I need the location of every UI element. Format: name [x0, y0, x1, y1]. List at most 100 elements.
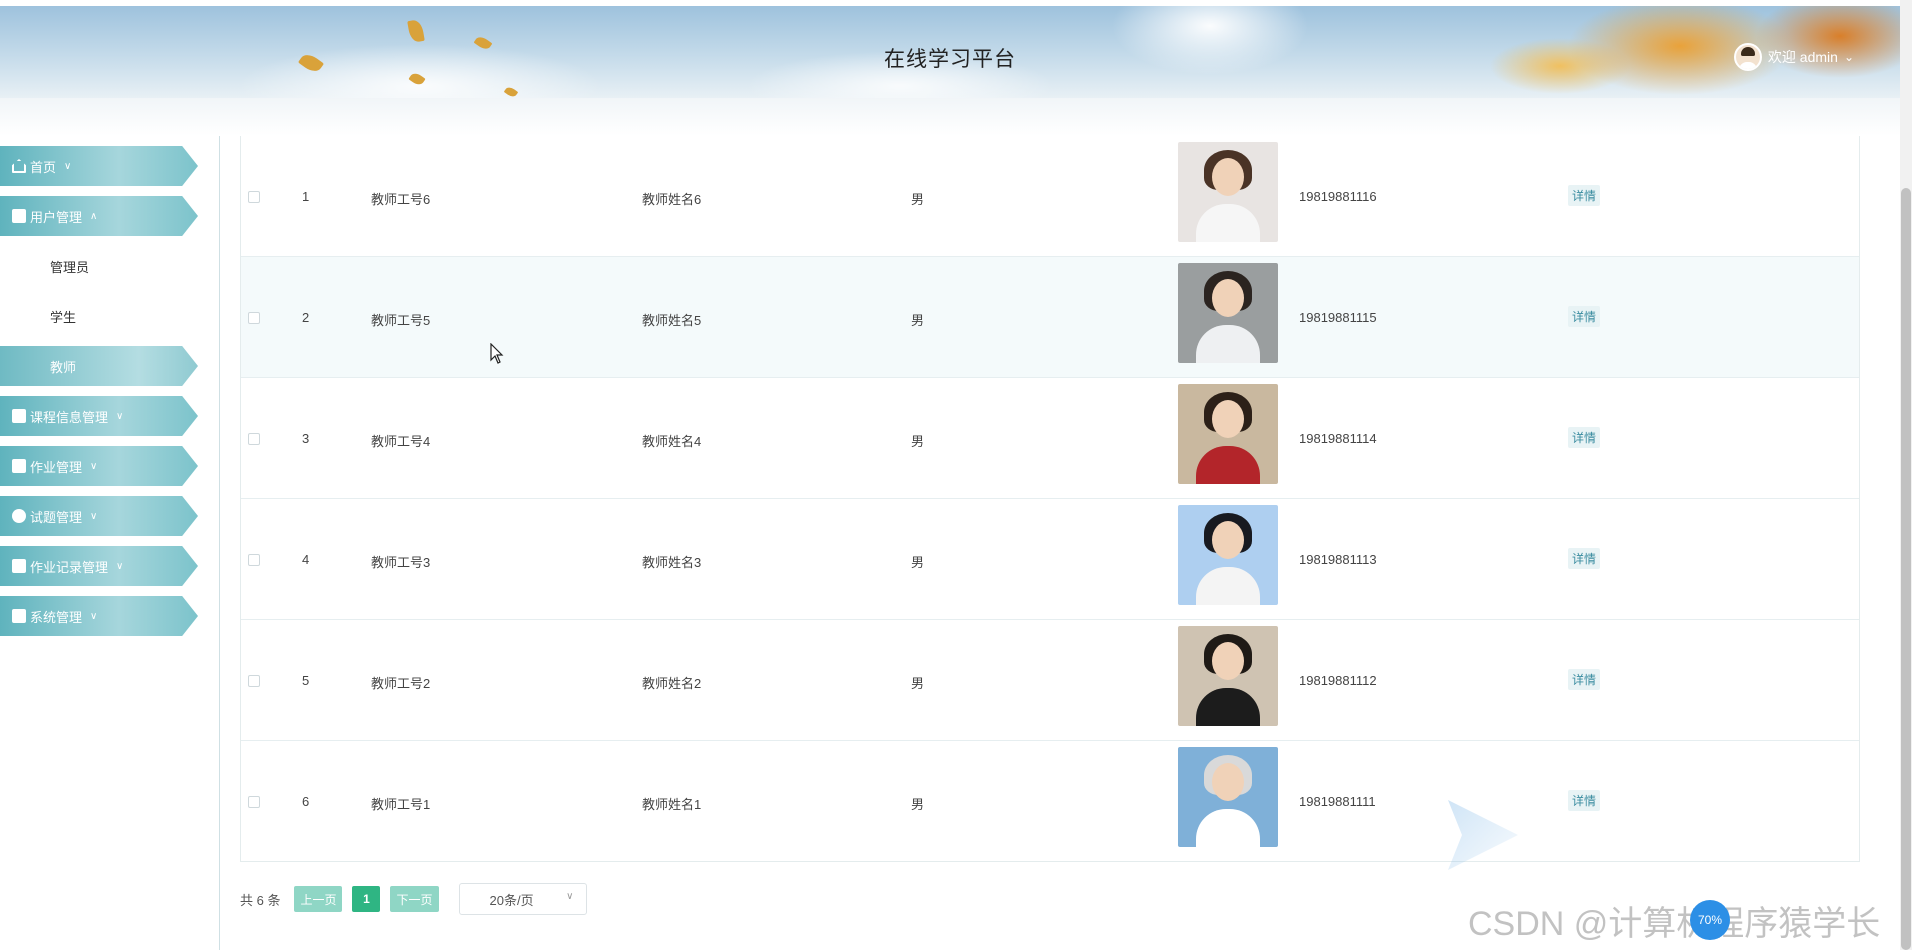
leaf-decoration: [408, 70, 426, 88]
row-photo: [1178, 142, 1278, 242]
row-gender: 男: [911, 313, 925, 328]
row-index: 6: [302, 794, 310, 809]
settings-icon: [12, 609, 26, 623]
page-title: 在线学习平台: [884, 48, 1016, 71]
submenu-item-student[interactable]: 学生: [50, 307, 76, 326]
row-index: 2: [302, 310, 310, 325]
photo-body: [1196, 446, 1260, 484]
row-gender: 男: [911, 192, 925, 207]
detail-button[interactable]: 详情: [1568, 185, 1601, 206]
row-index: 3: [302, 431, 310, 446]
chevron-down-icon: ∨: [90, 460, 98, 472]
photo-face: [1212, 763, 1244, 801]
submenu-item-label: 教师: [50, 359, 77, 375]
next-page-button[interactable]: 下一页: [390, 886, 439, 912]
row-gender: 男: [911, 676, 925, 691]
user-icon: [12, 559, 26, 573]
photo-face: [1212, 400, 1244, 438]
photo-body: [1196, 567, 1260, 605]
row-photo: [1178, 626, 1278, 726]
user-welcome-label: 欢迎 admin: [1767, 49, 1838, 65]
submenu-item-teacher[interactable]: 教师: [0, 346, 198, 386]
photo-face: [1212, 158, 1244, 196]
sidebar-item-homework-management[interactable]: 作业管理 ∨: [0, 446, 198, 486]
prev-page-button[interactable]: 上一页: [294, 886, 343, 912]
detail-button[interactable]: 详情: [1568, 790, 1601, 811]
row-name: 教师姓名1: [642, 797, 702, 812]
row-photo: [1178, 263, 1278, 363]
row-gender: 男: [911, 797, 925, 812]
photo-face: [1212, 642, 1244, 680]
row-checkbox[interactable]: [248, 433, 260, 445]
user-menu[interactable]: 欢迎 admin ⌄: [1733, 43, 1854, 71]
photo-face: [1212, 279, 1244, 317]
row-checkbox[interactable]: [248, 675, 260, 687]
sidebar-item-label: 课程信息管理: [30, 409, 109, 425]
detail-button[interactable]: 详情: [1568, 669, 1601, 690]
page-scrollbar[interactable]: [1900, 0, 1912, 950]
row-gender: 男: [911, 555, 925, 570]
pagination: 共 6 条 上一页 1 下一页 20条/页 ∨: [240, 883, 587, 915]
sidebar: 首页 ∨ 用户管理 ∧ 管理员 学生 教师 课程信息管理 ∨ 作业管理 ∨ 试题…: [0, 136, 220, 950]
photo-body: [1196, 204, 1260, 242]
photo-body: [1196, 325, 1260, 363]
submenu-item-admin[interactable]: 管理员: [50, 257, 89, 276]
sidebar-item-homework-record-management[interactable]: 作业记录管理 ∨: [0, 546, 198, 586]
page-size-select[interactable]: 20条/页 ∨: [458, 883, 587, 915]
check-circle-icon: [12, 509, 26, 523]
sidebar-item-home[interactable]: 首页 ∨: [0, 146, 198, 186]
page-size-value: 20条/页: [489, 892, 534, 908]
sidebar-item-label: 作业记录管理: [30, 559, 109, 575]
row-emp-no: 教师工号2: [371, 676, 431, 691]
detail-button[interactable]: 详情: [1568, 306, 1601, 327]
photo-body: [1196, 809, 1260, 847]
page-number-button[interactable]: 1: [352, 886, 381, 912]
row-checkbox[interactable]: [248, 312, 260, 324]
row-photo: [1178, 747, 1278, 847]
sidebar-item-question-management[interactable]: 试题管理 ∨: [0, 496, 198, 536]
teacher-table: 1 教师工号6 教师姓名6 男 19819881116 详情 2 教师工号5 教…: [240, 136, 1860, 862]
grid-icon: [12, 409, 26, 423]
row-emp-no: 教师工号5: [371, 313, 431, 328]
detail-button[interactable]: 详情: [1568, 548, 1601, 569]
mouse-cursor-icon: [490, 342, 504, 368]
row-checkbox[interactable]: [248, 554, 260, 566]
row-phone: 19819881116: [1299, 189, 1377, 204]
sidebar-item-label: 首页: [30, 159, 57, 175]
watermark-badge: 70%: [1690, 900, 1730, 940]
chevron-down-icon: ∨: [90, 610, 98, 622]
row-phone: 19819881113: [1299, 552, 1377, 567]
sidebar-item-user-management[interactable]: 用户管理 ∧: [0, 196, 198, 236]
table-row: 6 教师工号1 教师姓名1 男 19819881111 详情: [241, 741, 1859, 862]
sidebar-item-label: 用户管理: [30, 209, 83, 225]
photo-face: [1212, 521, 1244, 559]
sidebar-item-label: 试题管理: [30, 509, 83, 525]
sidebar-item-course-management[interactable]: 课程信息管理 ∨: [0, 396, 198, 436]
chevron-down-icon: ∨: [90, 510, 98, 522]
row-phone: 19819881111: [1299, 794, 1376, 809]
subheader-bar: [0, 98, 1900, 136]
row-index: 5: [302, 673, 310, 688]
table-row: 2 教师工号5 教师姓名5 男 19819881115 详情: [241, 257, 1859, 378]
row-phone: 19819881115: [1299, 310, 1377, 325]
chevron-up-icon: ∧: [90, 210, 98, 222]
user-icon: [12, 209, 26, 223]
row-index: 4: [302, 552, 310, 567]
folder-icon: [12, 459, 26, 473]
row-index: 1: [302, 189, 310, 204]
row-name: 教师姓名3: [642, 555, 702, 570]
table-row: 4 教师工号3 教师姓名3 男 19819881113 详情: [241, 499, 1859, 620]
leaf-decoration: [407, 18, 425, 44]
sidebar-item-label: 作业管理: [30, 459, 83, 475]
row-checkbox[interactable]: [248, 796, 260, 808]
row-checkbox[interactable]: [248, 191, 260, 203]
scrollbar-thumb[interactable]: [1901, 188, 1911, 950]
row-gender: 男: [911, 434, 925, 449]
row-name: 教师姓名6: [642, 192, 702, 207]
chevron-down-icon: ∨: [116, 560, 124, 572]
home-icon: [12, 159, 26, 173]
table-row: 5 教师工号2 教师姓名2 男 19819881112 详情: [241, 620, 1859, 741]
row-phone: 19819881112: [1299, 673, 1377, 688]
detail-button[interactable]: 详情: [1568, 427, 1601, 448]
sidebar-item-system-management[interactable]: 系统管理 ∨: [0, 596, 198, 636]
